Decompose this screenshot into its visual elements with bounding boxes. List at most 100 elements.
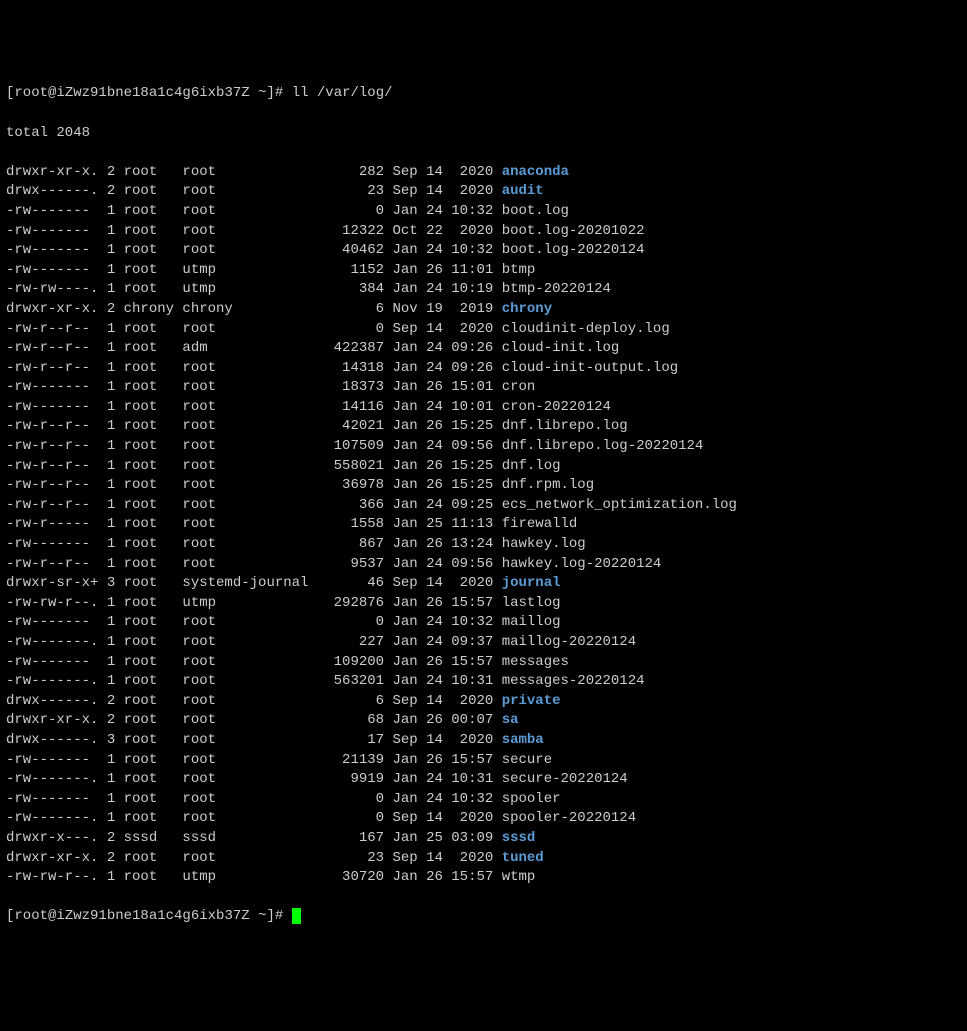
file-meta: drwxr-xr-x. 2 root root 68 Jan 26 00:07	[6, 712, 502, 728]
list-item: -rw-------. 1 root root 563201 Jan 24 10…	[6, 672, 961, 692]
file-meta: -rw-r--r-- 1 root adm 422387 Jan 24 09:2…	[6, 340, 502, 356]
file-name: secure	[502, 752, 552, 768]
list-item: -rw-r----- 1 root root 1558 Jan 25 11:13…	[6, 515, 961, 535]
file-meta: -rw-------. 1 root root 563201 Jan 24 10…	[6, 673, 502, 689]
list-item: -rw------- 1 root root 14116 Jan 24 10:0…	[6, 398, 961, 418]
file-meta: drwxr-xr-x. 2 chrony chrony 6 Nov 19 201…	[6, 301, 502, 317]
file-meta: -rw-r--r-- 1 root root 366 Jan 24 09:25	[6, 497, 502, 513]
file-meta: -rw------- 1 root root 21139 Jan 26 15:5…	[6, 752, 502, 768]
file-name: dnf.librepo.log-20220124	[502, 438, 704, 454]
file-name: lastlog	[502, 595, 561, 611]
list-item: -rw-r--r-- 1 root root 558021 Jan 26 15:…	[6, 457, 961, 477]
file-meta: -rw-rw-r--. 1 root utmp 30720 Jan 26 15:…	[6, 869, 502, 885]
list-item: -rw------- 1 root root 18373 Jan 26 15:0…	[6, 378, 961, 398]
prompt-line-2[interactable]: [root@iZwz91bne18a1c4g6ixb37Z ~]#	[6, 907, 961, 927]
list-item: -rw------- 1 root root 0 Jan 24 10:32 ma…	[6, 613, 961, 633]
file-meta: -rw-r--r-- 1 root root 9537 Jan 24 09:56	[6, 556, 502, 572]
file-name: secure-20220124	[502, 771, 628, 787]
file-name: private	[502, 693, 561, 709]
list-item: -rw-r--r-- 1 root root 14318 Jan 24 09:2…	[6, 359, 961, 379]
command-text: ll /var/log/	[292, 85, 393, 101]
list-item: -rw-rw-r--. 1 root utmp 30720 Jan 26 15:…	[6, 868, 961, 888]
file-name: journal	[502, 575, 561, 591]
list-item: drwxr-sr-x+ 3 root systemd-journal 46 Se…	[6, 574, 961, 594]
file-name: spooler	[502, 791, 561, 807]
list-item: -rw-r--r-- 1 root root 107509 Jan 24 09:…	[6, 437, 961, 457]
list-item: drwx------. 2 root root 6 Sep 14 2020 pr…	[6, 692, 961, 712]
file-meta: -rw------- 1 root root 40462 Jan 24 10:3…	[6, 242, 502, 258]
file-meta: -rw------- 1 root root 0 Jan 24 10:32	[6, 614, 502, 630]
prompt-open: [	[6, 908, 14, 924]
file-meta: drwxr-sr-x+ 3 root systemd-journal 46 Se…	[6, 575, 502, 591]
list-item: drwxr-xr-x. 2 chrony chrony 6 Nov 19 201…	[6, 300, 961, 320]
file-meta: -rw-rw----. 1 root utmp 384 Jan 24 10:19	[6, 281, 502, 297]
file-meta: -rw------- 1 root utmp 1152 Jan 26 11:01	[6, 262, 502, 278]
file-name: messages-20220124	[502, 673, 645, 689]
file-name: btmp-20220124	[502, 281, 611, 297]
file-name: anaconda	[502, 164, 569, 180]
file-name: hawkey.log-20220124	[502, 556, 662, 572]
file-meta: -rw-r--r-- 1 root root 0 Sep 14 2020	[6, 321, 502, 337]
file-meta: -rw------- 1 root root 0 Jan 24 10:32	[6, 791, 502, 807]
prompt-line-1[interactable]: [root@iZwz91bne18a1c4g6ixb37Z ~]# ll /va…	[6, 84, 961, 104]
file-meta: drwx------. 3 root root 17 Sep 14 2020	[6, 732, 502, 748]
file-meta: drwxr-xr-x. 2 root root 282 Sep 14 2020	[6, 164, 502, 180]
list-item: -rw-rw-r--. 1 root utmp 292876 Jan 26 15…	[6, 594, 961, 614]
list-item: -rw------- 1 root root 0 Jan 24 10:32 bo…	[6, 202, 961, 222]
prompt-user-host: root@iZwz91bne18a1c4g6ixb37Z	[14, 85, 249, 101]
file-name: boot.log	[502, 203, 569, 219]
list-item: drwxr-xr-x. 2 root root 23 Sep 14 2020 t…	[6, 849, 961, 869]
file-name: audit	[502, 183, 544, 199]
prompt-path: ~	[250, 908, 267, 924]
list-item: drwxr-x---. 2 sssd sssd 167 Jan 25 03:09…	[6, 829, 961, 849]
file-meta: drwx------. 2 root root 23 Sep 14 2020	[6, 183, 502, 199]
list-item: -rw------- 1 root utmp 1152 Jan 26 11:01…	[6, 261, 961, 281]
file-meta: -rw------- 1 root root 867 Jan 26 13:24	[6, 536, 502, 552]
list-item: -rw-------. 1 root root 227 Jan 24 09:37…	[6, 633, 961, 653]
cursor-icon	[292, 908, 301, 924]
file-name: ecs_network_optimization.log	[502, 497, 737, 513]
list-item: -rw-r--r-- 1 root root 0 Sep 14 2020 clo…	[6, 320, 961, 340]
file-name: dnf.rpm.log	[502, 477, 594, 493]
list-item: -rw------- 1 root root 0 Jan 24 10:32 sp…	[6, 790, 961, 810]
file-name: cloud-init-output.log	[502, 360, 678, 376]
total-line: total 2048	[6, 124, 961, 144]
file-meta: -rw-r--r-- 1 root root 14318 Jan 24 09:2…	[6, 360, 502, 376]
list-item: -rw-------. 1 root root 0 Sep 14 2020 sp…	[6, 809, 961, 829]
file-meta: -rw-------. 1 root root 227 Jan 24 09:37	[6, 634, 502, 650]
file-meta: drwx------. 2 root root 6 Sep 14 2020	[6, 693, 502, 709]
file-meta: -rw------- 1 root root 14116 Jan 24 10:0…	[6, 399, 502, 415]
file-name: maillog-20220124	[502, 634, 636, 650]
file-meta: -rw-r--r-- 1 root root 42021 Jan 26 15:2…	[6, 418, 502, 434]
file-meta: -rw------- 1 root root 109200 Jan 26 15:…	[6, 654, 502, 670]
file-meta: -rw-r--r-- 1 root root 107509 Jan 24 09:…	[6, 438, 502, 454]
file-name: cron-20220124	[502, 399, 611, 415]
file-name: chrony	[502, 301, 552, 317]
file-meta: -rw-r--r-- 1 root root 558021 Jan 26 15:…	[6, 458, 502, 474]
file-meta: -rw------- 1 root root 0 Jan 24 10:32	[6, 203, 502, 219]
file-name: dnf.log	[502, 458, 561, 474]
file-name: cloudinit-deploy.log	[502, 321, 670, 337]
list-item: -rw------- 1 root root 12322 Oct 22 2020…	[6, 222, 961, 242]
list-item: drwx------. 3 root root 17 Sep 14 2020 s…	[6, 731, 961, 751]
file-name: btmp	[502, 262, 536, 278]
file-name: maillog	[502, 614, 561, 630]
file-name: messages	[502, 654, 569, 670]
file-name: hawkey.log	[502, 536, 586, 552]
file-name: firewalld	[502, 516, 578, 532]
list-item: drwx------. 2 root root 23 Sep 14 2020 a…	[6, 182, 961, 202]
file-name: spooler-20220124	[502, 810, 636, 826]
list-item: -rw------- 1 root root 109200 Jan 26 15:…	[6, 653, 961, 673]
file-name: boot.log-20220124	[502, 242, 645, 258]
file-name: tuned	[502, 850, 544, 866]
file-meta: -rw------- 1 root root 12322 Oct 22 2020	[6, 223, 502, 239]
list-item: -rw-r--r-- 1 root root 42021 Jan 26 15:2…	[6, 417, 961, 437]
list-item: -rw-------. 1 root root 9919 Jan 24 10:3…	[6, 770, 961, 790]
file-meta: drwxr-xr-x. 2 root root 23 Sep 14 2020	[6, 850, 502, 866]
file-name: sa	[502, 712, 519, 728]
file-listing: drwxr-xr-x. 2 root root 282 Sep 14 2020 …	[6, 163, 961, 888]
list-item: -rw-r--r-- 1 root root 9537 Jan 24 09:56…	[6, 555, 961, 575]
list-item: -rw-rw----. 1 root utmp 384 Jan 24 10:19…	[6, 280, 961, 300]
file-meta: -rw-r----- 1 root root 1558 Jan 25 11:13	[6, 516, 502, 532]
list-item: -rw-r--r-- 1 root root 366 Jan 24 09:25 …	[6, 496, 961, 516]
